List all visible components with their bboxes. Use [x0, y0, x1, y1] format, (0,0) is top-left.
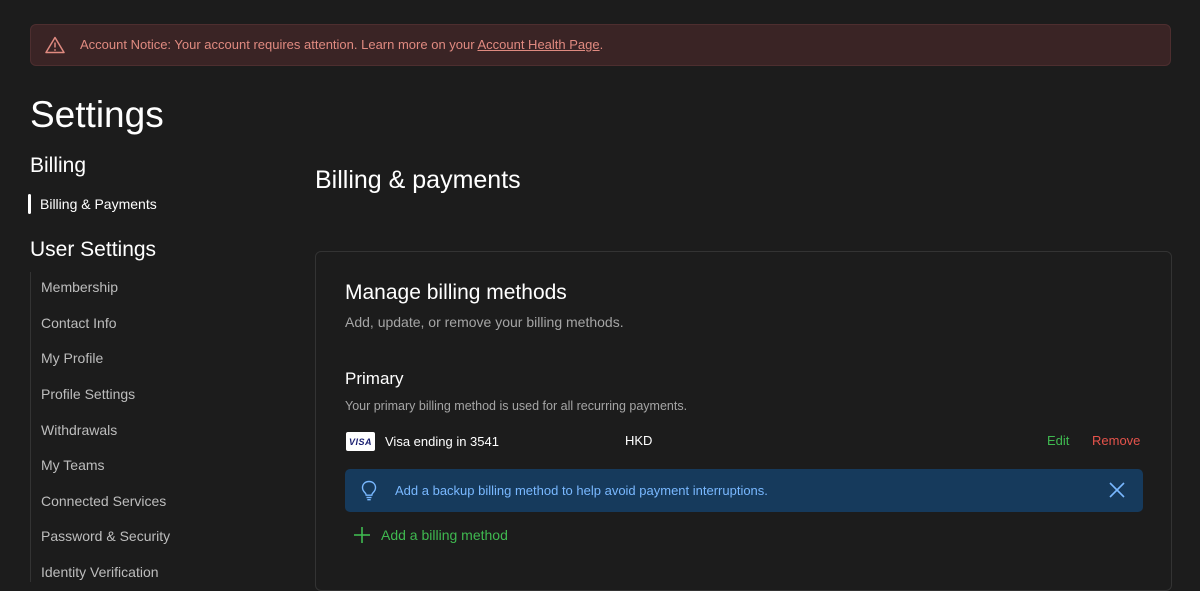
payment-method-label: Visa ending in 3541	[385, 434, 499, 449]
account-notice-banner: Account Notice: Your account requires at…	[30, 24, 1171, 66]
close-icon[interactable]	[1108, 481, 1126, 499]
card-title: Manage billing methods	[345, 281, 567, 304]
sidebar-item-my-profile[interactable]: My Profile	[41, 350, 103, 366]
currency-label: HKD	[625, 433, 653, 448]
primary-description: Your primary billing method is used for …	[345, 399, 688, 413]
billing-methods-card: Manage billing methods Add, update, or r…	[315, 251, 1172, 591]
add-billing-method-button[interactable]: Add a billing method	[353, 526, 508, 544]
sidebar-item-identity-verification[interactable]: Identity Verification	[41, 564, 159, 580]
remove-button[interactable]: Remove	[1092, 433, 1140, 448]
card-subtitle: Add, update, or remove your billing meth…	[345, 314, 624, 330]
page-title: Settings	[30, 94, 164, 135]
backup-tip-banner: Add a backup billing method to help avoi…	[345, 469, 1143, 512]
sidebar-item-membership[interactable]: Membership	[41, 279, 118, 295]
billing-payments-heading: Billing & payments	[315, 166, 521, 194]
sidebar-item-withdrawals[interactable]: Withdrawals	[41, 422, 117, 438]
billing-section-heading: Billing	[30, 154, 87, 177]
lightbulb-icon	[361, 480, 377, 501]
account-health-link[interactable]: Account Health Page	[477, 37, 599, 52]
sidebar-item-billing-payments[interactable]: Billing & Payments	[28, 193, 157, 214]
sidebar-item-profile-settings[interactable]: Profile Settings	[41, 386, 135, 402]
sidebar-item-my-teams[interactable]: My Teams	[41, 457, 105, 473]
user-settings-nav: Membership Contact Info My Profile Profi…	[30, 272, 231, 582]
add-billing-method-label: Add a billing method	[381, 527, 508, 543]
visa-logo: VISA	[346, 432, 375, 451]
notice-text: Account Notice: Your account requires at…	[80, 37, 478, 52]
active-indicator	[28, 193, 31, 214]
sidebar-item-contact-info[interactable]: Contact Info	[41, 315, 117, 331]
sidebar-item-password-security[interactable]: Password & Security	[41, 528, 170, 544]
plus-icon	[354, 527, 370, 543]
tip-text: Add a backup billing method to help avoi…	[395, 483, 768, 498]
primary-heading: Primary	[345, 369, 404, 388]
warning-icon	[45, 36, 65, 54]
sidebar-item-label: Billing & Payments	[40, 195, 157, 212]
notice-suffix: .	[599, 37, 604, 52]
notice-message: Account Notice: Your account requires at…	[80, 37, 603, 52]
user-settings-heading: User Settings	[30, 238, 157, 261]
edit-button[interactable]: Edit	[1047, 433, 1069, 448]
visa-logo-text: VISA	[348, 436, 372, 447]
sidebar-item-connected-services[interactable]: Connected Services	[41, 493, 166, 509]
